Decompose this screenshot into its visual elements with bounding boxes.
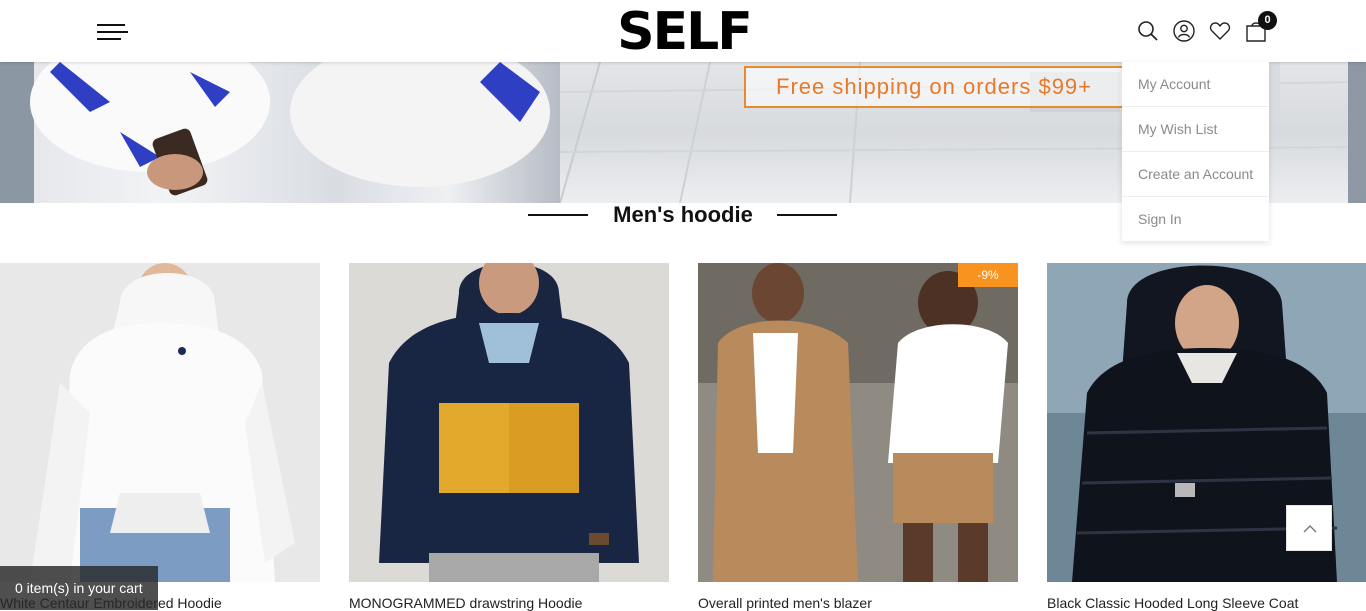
product-image[interactable]: [349, 263, 669, 582]
product-card[interactable]: White Centaur Embroidered Hoodie: [0, 263, 320, 611]
back-to-top-button[interactable]: [1286, 505, 1332, 551]
title-divider-right: [777, 214, 837, 216]
banner-image-left: [0, 62, 560, 203]
menu-icon[interactable]: [97, 24, 129, 42]
site-logo[interactable]: SELF: [602, 6, 766, 58]
cart-count-badge: 0: [1258, 11, 1277, 30]
menu-item-my-account[interactable]: My Account: [1122, 62, 1269, 107]
menu-item-my-wish-list[interactable]: My Wish List: [1122, 107, 1269, 152]
menu-item-sign-in[interactable]: Sign In: [1122, 197, 1269, 242]
site-header: SELF 0: [0, 0, 1366, 62]
product-name[interactable]: MONOGRAMMED drawstring Hoodie: [349, 595, 582, 611]
search-icon[interactable]: [1136, 19, 1160, 43]
product-name[interactable]: Overall printed men's blazer: [698, 595, 872, 611]
product-card[interactable]: -9% Overall printed men's blazer: [698, 263, 1018, 611]
free-shipping-banner-text: Free shipping on orders $99+: [744, 66, 1126, 108]
product-card[interactable]: MONOGRAMMED drawstring Hoodie: [349, 263, 669, 611]
menu-item-create-account[interactable]: Create an Account: [1122, 152, 1269, 197]
product-image[interactable]: -9%: [698, 263, 1018, 582]
product-name[interactable]: Black Classic Hooded Long Sleeve Coat: [1047, 595, 1298, 611]
title-divider-left: [528, 214, 588, 216]
heart-icon[interactable]: [1208, 19, 1232, 43]
cart-summary-bar[interactable]: 0 item(s) in your cart: [0, 566, 158, 610]
account-dropdown-menu: My Account My Wish List Create an Accoun…: [1122, 62, 1269, 241]
chevron-up-icon: [1303, 525, 1317, 533]
banner-edge: [1348, 62, 1366, 203]
product-image[interactable]: [0, 263, 320, 582]
product-card[interactable]: Black Classic Hooded Long Sleeve Coat: [1047, 263, 1366, 611]
discount-badge: -9%: [958, 263, 1018, 287]
section-title: Men's hoodie: [613, 202, 753, 227]
account-icon[interactable]: [1172, 19, 1196, 43]
